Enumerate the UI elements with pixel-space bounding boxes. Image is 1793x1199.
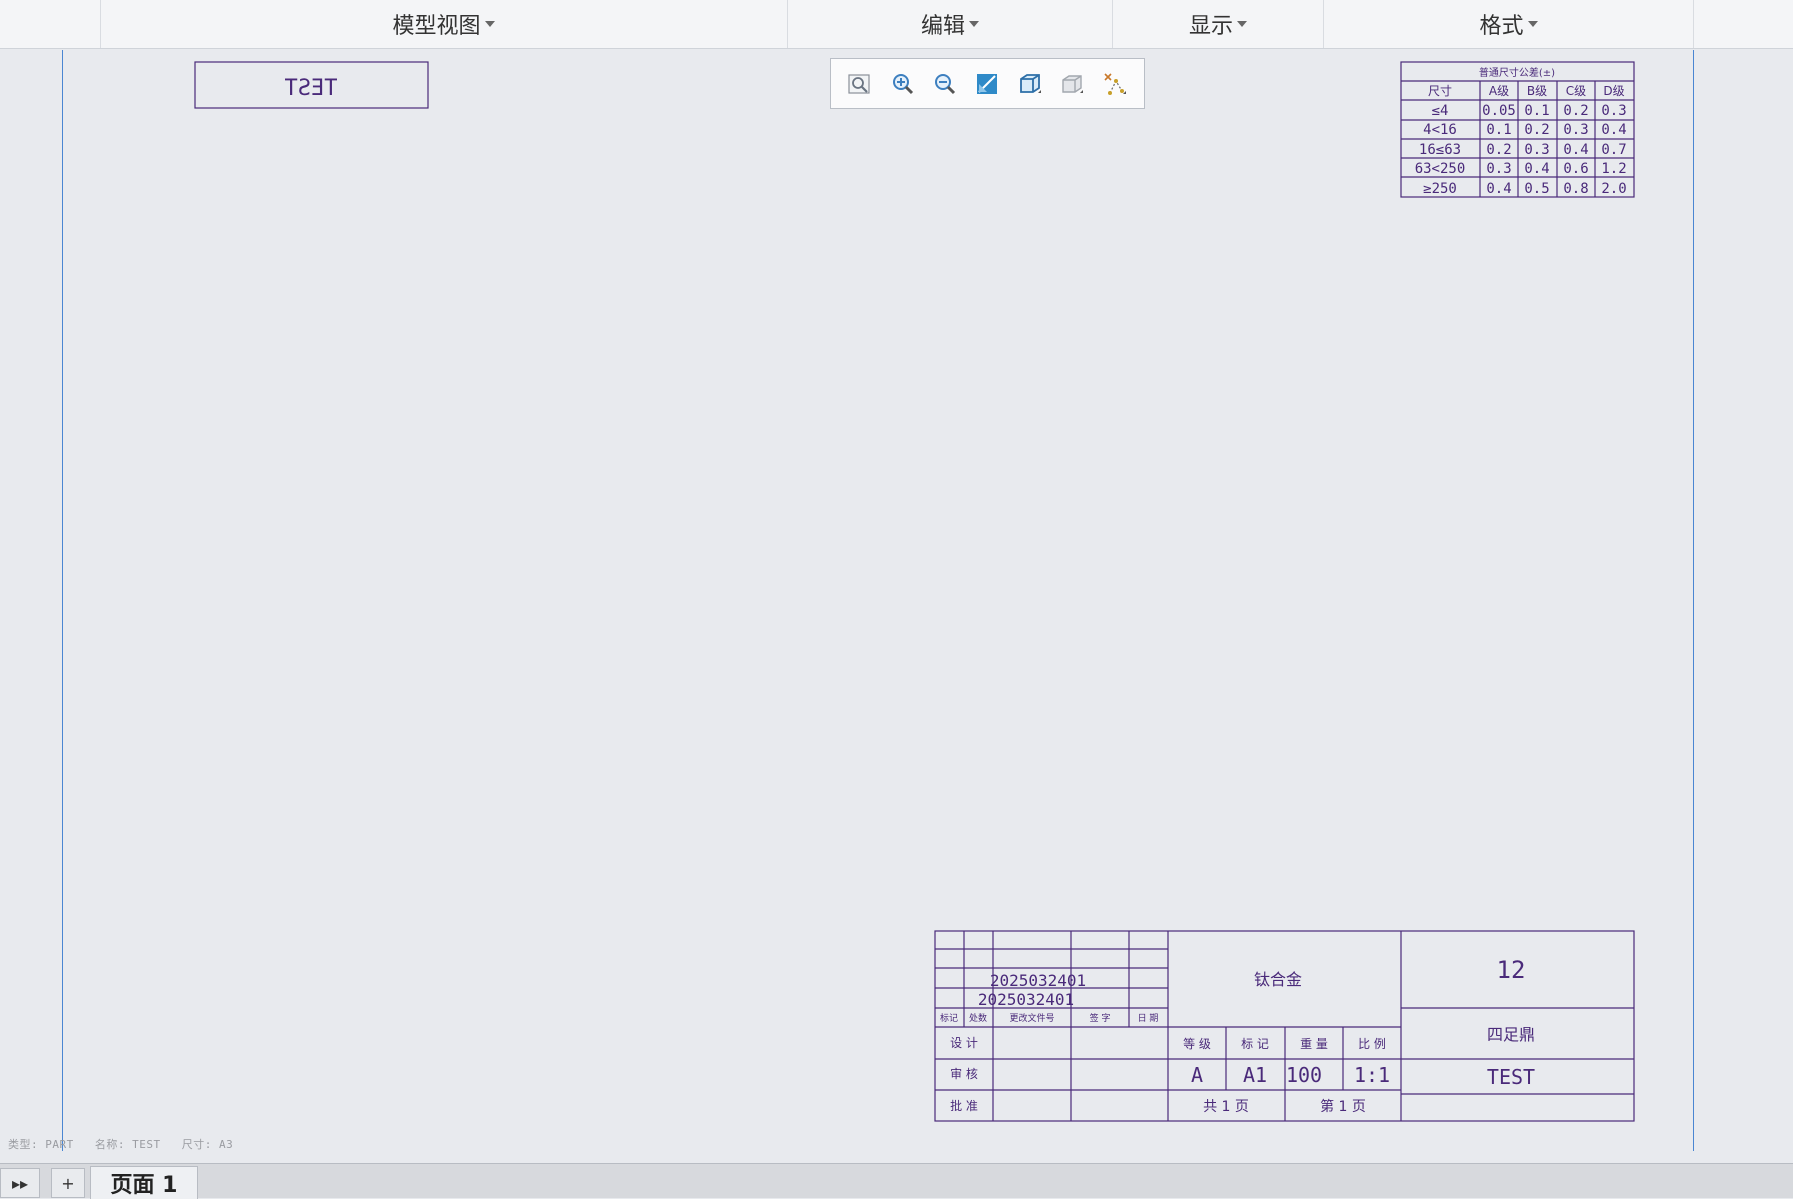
tolerance-table-title: 普通尺寸公差(±): [1479, 66, 1555, 79]
tolerance-cell: 0.4: [1524, 161, 1549, 177]
model-info: 类型: PART 名称: TEST 尺寸: A3: [8, 1136, 247, 1152]
sheet-size: 尺寸: A3: [181, 1138, 234, 1151]
named-views-icon[interactable]: [1056, 68, 1088, 100]
page-number: 第 1 页: [1320, 1098, 1366, 1115]
tolerance-header-b: B级: [1527, 84, 1547, 98]
mirrored-label: TEST: [285, 76, 338, 101]
tolerance-header-d: D级: [1603, 84, 1624, 98]
model-type: 类型: PART: [8, 1138, 74, 1151]
part-name: 四足鼎: [1487, 1025, 1535, 1044]
tolerance-cell: 0.6: [1563, 161, 1588, 177]
weight-label: 重 量: [1300, 1037, 1328, 1051]
mark-value: A1: [1243, 1063, 1267, 1087]
weight-value: 100: [1286, 1063, 1322, 1087]
tolerance-cell: ≥250: [1423, 181, 1457, 197]
tolerance-cell: ≤4: [1432, 103, 1449, 119]
tolerance-cell: 0.05: [1482, 103, 1516, 119]
tolerance-cell: 4<16: [1423, 122, 1457, 138]
mark-label: 标 记: [1241, 1037, 1269, 1051]
repaint-icon[interactable]: [971, 68, 1003, 100]
tolerance-cell: 0.2: [1524, 122, 1549, 138]
fast-forward-icon: ▸▸: [11, 1173, 29, 1193]
rev-header-mark: 标记: [940, 1012, 958, 1024]
tolerance-cell: 0.2: [1486, 142, 1511, 158]
tolerance-cell: 63<250: [1415, 161, 1466, 177]
tolerance-cell: 0.3: [1486, 161, 1511, 177]
refit-icon[interactable]: [844, 68, 876, 100]
tolerance-cell: 0.7: [1601, 142, 1626, 158]
tolerance-cell: 0.5: [1524, 181, 1549, 197]
scale-label: 比 例: [1358, 1037, 1386, 1051]
datum-display-icon[interactable]: [1099, 68, 1131, 100]
rev-header-change-doc: 更改文件号: [1009, 1012, 1054, 1024]
expand-tabs-button[interactable]: ▸▸: [0, 1168, 40, 1198]
drawing-name: TEST: [1487, 1065, 1535, 1089]
tolerance-cell: 0.3: [1601, 103, 1626, 119]
role-approve-label: 批 准: [950, 1098, 978, 1113]
tolerance-header-a: A级: [1489, 84, 1509, 98]
tolerance-cell: 0.2: [1563, 103, 1588, 119]
tolerance-cell: 2.0: [1601, 181, 1626, 197]
drawing-canvas[interactable]: TEST 普通尺寸公差(±) 尺寸 A级 B级 C级 D级 ≤4 0.05 0.…: [0, 0, 1793, 1150]
role-design-label: 设 计: [950, 1036, 978, 1050]
scale-value: 1:1: [1354, 1063, 1390, 1087]
tolerance-cell: 0.4: [1563, 142, 1588, 158]
tolerance-cell: 16≤63: [1419, 142, 1461, 158]
tolerance-cell: 0.3: [1524, 142, 1549, 158]
display-style-icon[interactable]: [1014, 68, 1046, 100]
grade-label: 等 级: [1183, 1037, 1211, 1051]
model-name: 名称: TEST: [94, 1138, 161, 1151]
doc-number-2: 2025032401: [978, 990, 1074, 1009]
tolerance-cell: 0.1: [1486, 122, 1511, 138]
rev-header-sign: 签 字: [1090, 1012, 1111, 1024]
tolerance-cell: 0.4: [1601, 122, 1626, 138]
tolerance-cell: 0.4: [1486, 181, 1511, 197]
grade-value: A: [1191, 1063, 1203, 1087]
drawing-number: 12: [1497, 956, 1526, 984]
material-label: 钛合金: [1254, 970, 1302, 989]
sheet-tab-bar: ▸▸ + 页面 1: [0, 1163, 1793, 1199]
view-toolbar: [830, 58, 1145, 109]
role-review-label: 审 核: [950, 1066, 978, 1081]
tolerance-header-c: C级: [1566, 84, 1586, 98]
add-sheet-button[interactable]: +: [51, 1168, 85, 1198]
tab-page-1[interactable]: 页面 1: [90, 1166, 198, 1199]
tolerance-cell: 0.8: [1563, 181, 1588, 197]
doc-number-1: 2025032401: [990, 971, 1086, 990]
tolerance-cell: 0.3: [1563, 122, 1588, 138]
tolerance-cell: 1.2: [1601, 161, 1626, 177]
rev-header-date: 日 期: [1138, 1013, 1159, 1024]
tab-page-1-label: 页面 1: [110, 1173, 178, 1198]
tolerance-cell: 0.1: [1524, 103, 1549, 119]
tolerance-header-size: 尺寸: [1428, 84, 1452, 98]
zoom-in-icon[interactable]: [887, 68, 919, 100]
rev-header-count: 处数: [969, 1012, 987, 1024]
plus-icon: +: [61, 1173, 75, 1193]
zoom-out-icon[interactable]: [929, 68, 961, 100]
total-pages: 共 1 页: [1203, 1099, 1249, 1115]
